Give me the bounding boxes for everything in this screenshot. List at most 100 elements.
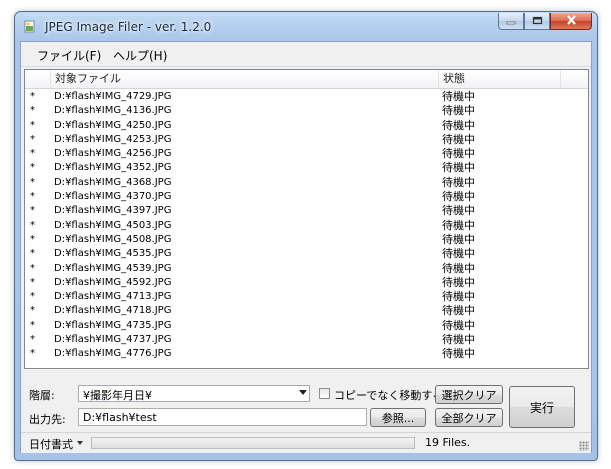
table-row[interactable]: * D:¥flash¥IMG_4368.JPG 待機中: [25, 176, 588, 190]
app-window: JPEG Image Filer - ver. 1.2.0 ファイル(F) ヘル…: [14, 11, 598, 461]
table-row[interactable]: * D:¥flash¥IMG_4776.JPG 待機中: [25, 347, 588, 361]
row-mark: *: [30, 348, 35, 360]
chevron-down-icon: [77, 441, 83, 445]
row-file-path: D:¥flash¥IMG_4539.JPG: [54, 262, 172, 274]
row-status: 待機中: [442, 190, 475, 204]
table-row[interactable]: * D:¥flash¥IMG_4397.JPG 待機中: [25, 204, 588, 218]
hierarchy-value: ¥撮影年月日¥: [83, 389, 152, 402]
row-status: 待機中: [442, 132, 475, 146]
row-status: 待機中: [442, 347, 475, 361]
row-file-path: D:¥flash¥IMG_4370.JPG: [54, 191, 172, 203]
row-status: 待機中: [442, 304, 475, 318]
row-file-path: D:¥flash¥IMG_4713.JPG: [54, 291, 172, 303]
column-header-mark[interactable]: [25, 70, 51, 88]
menu-help[interactable]: ヘルプ(H): [113, 47, 167, 64]
table-row[interactable]: * D:¥flash¥IMG_4352.JPG 待機中: [25, 161, 588, 175]
browse-button[interactable]: 参照...: [370, 408, 426, 427]
row-status: 待機中: [442, 175, 475, 189]
menu-bar: ファイル(F) ヘルプ(H): [21, 42, 591, 67]
row-status: 待機中: [442, 261, 475, 275]
row-mark: *: [30, 176, 35, 188]
minimize-icon: [506, 15, 516, 28]
row-mark: *: [30, 91, 35, 102]
date-format-menu[interactable]: 日付書式: [29, 436, 73, 452]
row-mark: *: [30, 319, 35, 331]
status-bar: 日付書式 19 Files.: [21, 432, 591, 453]
progress-bar: [91, 437, 415, 449]
row-file-path: D:¥flash¥IMG_4136.JPG: [54, 105, 172, 117]
table-row[interactable]: * D:¥flash¥IMG_4713.JPG 待機中: [25, 290, 588, 304]
table-row[interactable]: * D:¥flash¥IMG_4503.JPG 待機中: [25, 219, 588, 233]
client-area: ファイル(F) ヘルプ(H) 対象ファイル 状態 * D:¥flash¥IMG_4…: [20, 41, 592, 453]
row-status: 待機中: [442, 247, 475, 261]
row-mark: *: [30, 219, 35, 231]
table-row[interactable]: * D:¥flash¥IMG_4718.JPG 待機中: [25, 304, 588, 318]
row-status: 待機中: [442, 204, 475, 218]
move-checkbox[interactable]: [319, 388, 330, 399]
file-count: 19 Files.: [425, 436, 471, 449]
table-row[interactable]: * D:¥flash¥IMG_4508.JPG 待機中: [25, 233, 588, 247]
row-file-path: D:¥flash¥IMG_4508.JPG: [54, 233, 172, 245]
row-status: 待機中: [442, 104, 475, 118]
list-header: 対象ファイル 状態: [25, 70, 588, 89]
table-row[interactable]: * D:¥flash¥IMG_4250.JPG 待機中: [25, 119, 588, 133]
row-mark: *: [30, 262, 35, 274]
close-icon: [566, 14, 577, 28]
row-file-path: D:¥flash¥IMG_4737.JPG: [54, 334, 172, 346]
run-button[interactable]: 実行: [509, 386, 575, 428]
clear-selected-button[interactable]: 選択クリア: [435, 385, 503, 404]
column-header-status[interactable]: 状態: [439, 70, 561, 88]
row-status: 待機中: [442, 318, 475, 332]
maximize-button[interactable]: [524, 13, 550, 30]
row-mark: *: [30, 233, 35, 245]
file-list[interactable]: 対象ファイル 状態 * D:¥flash¥IMG_4729.JPG 待機中 * D:¥f…: [24, 69, 589, 369]
title-bar[interactable]: JPEG Image Filer - ver. 1.2.0: [15, 12, 597, 42]
row-file-path: D:¥flash¥IMG_4253.JPG: [54, 133, 172, 145]
table-row[interactable]: * D:¥flash¥IMG_4256.JPG 待機中: [25, 147, 588, 161]
row-file-path: D:¥flash¥IMG_4735.JPG: [54, 319, 172, 331]
row-file-path: D:¥flash¥IMG_4776.JPG: [54, 348, 172, 360]
move-checkbox-label[interactable]: コピーでなく移動する: [334, 387, 443, 403]
row-mark: *: [30, 291, 35, 303]
close-button[interactable]: [550, 13, 592, 30]
table-row[interactable]: * D:¥flash¥IMG_4729.JPG 待機中: [25, 90, 588, 104]
chevron-down-icon: [299, 390, 307, 395]
image-file-icon: [23, 20, 37, 34]
row-file-path: D:¥flash¥IMG_4368.JPG: [54, 176, 172, 188]
row-mark: *: [30, 205, 35, 217]
table-row[interactable]: * D:¥flash¥IMG_4136.JPG 待機中: [25, 104, 588, 118]
table-row[interactable]: * D:¥flash¥IMG_4735.JPG 待機中: [25, 319, 588, 333]
table-row[interactable]: * D:¥flash¥IMG_4253.JPG 待機中: [25, 133, 588, 147]
table-row[interactable]: * D:¥flash¥IMG_4592.JPG 待機中: [25, 276, 588, 290]
row-status: 待機中: [442, 161, 475, 175]
table-row[interactable]: * D:¥flash¥IMG_4535.JPG 待機中: [25, 247, 588, 261]
output-path-input[interactable]: D:¥flash¥test: [78, 408, 367, 426]
row-mark: *: [30, 248, 35, 260]
hierarchy-label: 階層:: [29, 389, 55, 402]
row-mark: *: [30, 148, 35, 160]
row-status: 待機中: [442, 275, 475, 289]
table-row[interactable]: * D:¥flash¥IMG_4370.JPG 待機中: [25, 190, 588, 204]
row-file-path: D:¥flash¥IMG_4718.JPG: [54, 305, 172, 317]
row-status: 待機中: [442, 218, 475, 232]
row-mark: *: [30, 119, 35, 131]
clear-all-button[interactable]: 全部クリア: [435, 408, 503, 427]
table-row[interactable]: * D:¥flash¥IMG_4737.JPG 待機中: [25, 333, 588, 347]
output-path-value: D:¥flash¥test: [83, 411, 157, 424]
column-header-file[interactable]: 対象ファイル: [51, 70, 439, 88]
menu-file[interactable]: ファイル(F): [37, 47, 101, 64]
resize-grip-icon[interactable]: [579, 441, 589, 451]
window-title: JPEG Image Filer - ver. 1.2.0: [45, 20, 212, 34]
table-row[interactable]: * D:¥flash¥IMG_4539.JPG 待機中: [25, 262, 588, 276]
row-status: 待機中: [442, 232, 475, 246]
row-file-path: D:¥flash¥IMG_4256.JPG: [54, 148, 172, 160]
row-file-path: D:¥flash¥IMG_4503.JPG: [54, 219, 172, 231]
row-file-path: D:¥flash¥IMG_4352.JPG: [54, 162, 172, 174]
list-rows: * D:¥flash¥IMG_4729.JPG 待機中 * D:¥flash¥IMG_4…: [25, 90, 588, 362]
minimize-button[interactable]: [498, 13, 524, 30]
row-file-path: D:¥flash¥IMG_4535.JPG: [54, 248, 172, 260]
row-file-path: D:¥flash¥IMG_4592.JPG: [54, 276, 172, 288]
row-status: 待機中: [442, 290, 475, 304]
hierarchy-select[interactable]: ¥撮影年月日¥: [78, 385, 310, 402]
row-status: 待機中: [442, 90, 475, 103]
